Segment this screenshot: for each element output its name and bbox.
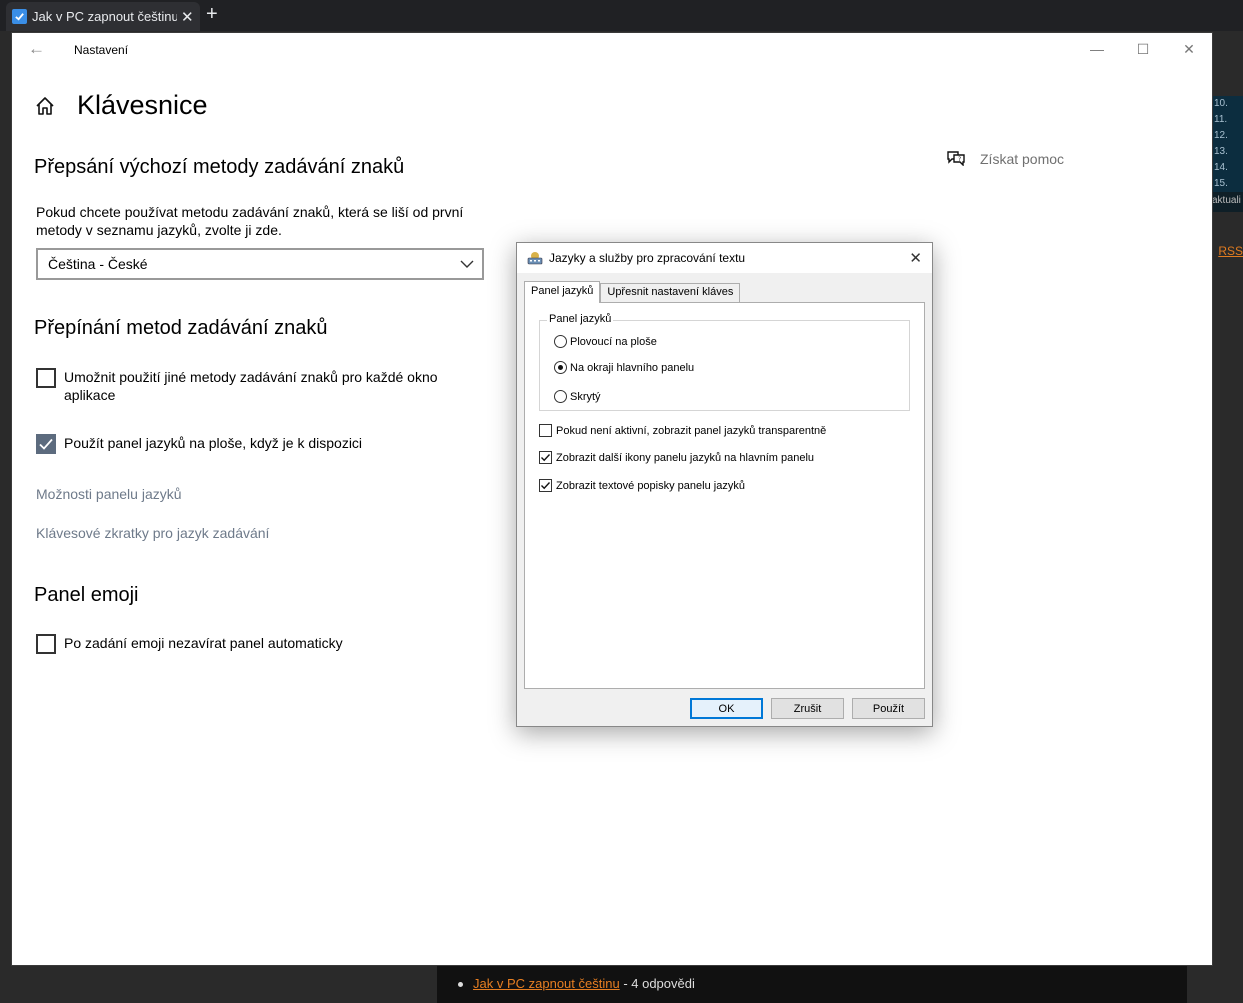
apply-button[interactable]: Použít: [852, 698, 925, 719]
input-hotkeys-link[interactable]: Klávesové zkratky pro jazyk zadávání: [36, 525, 269, 541]
list-number: 13.: [1214, 146, 1228, 157]
window-controls: — ☐ ✕: [1074, 33, 1212, 65]
thread-link[interactable]: Jak v PC zapnout češtinu: [473, 976, 620, 991]
background-right-text: aktuali: [1212, 192, 1243, 212]
langbar-checkbox[interactable]: [36, 434, 56, 454]
per-app-checkbox[interactable]: [36, 368, 56, 388]
emoji-heading: Panel emoji: [34, 584, 139, 606]
language-bar-groupbox: Panel jazyků Plovoucí na ploše Na okraji…: [539, 313, 910, 411]
radio-docked-row[interactable]: Na okraji hlavního panelu: [554, 361, 694, 374]
list-number: 12.: [1214, 130, 1228, 141]
text-services-dialog: Jazyky a služby pro zpracování textu ✕ P…: [516, 242, 933, 727]
override-description: Pokud chcete používat metodu zadávání zn…: [36, 204, 464, 238]
list-number: 15.: [1214, 178, 1228, 189]
list-number: 14.: [1214, 162, 1228, 173]
rss-label: RSS: [1218, 244, 1243, 258]
groupbox-label: Panel jazyků: [547, 313, 614, 325]
page-title: Klávesnice: [77, 90, 208, 120]
bullet-icon: [458, 982, 463, 988]
get-help-link[interactable]: Získat pomoc: [980, 151, 1064, 167]
emoji-keep-open-label: Po zadání emoji nezavírat panel automati…: [64, 635, 343, 651]
radio-floating[interactable]: [554, 335, 567, 348]
dropdown-value: Čeština - České: [48, 256, 148, 272]
settings-titlebar: ← Nastavení — ☐ ✕: [12, 33, 1212, 65]
input-method-dropdown[interactable]: Čeština - České: [36, 248, 484, 280]
transparent-label: Pokud není aktivní, zobrazit panel jazyk…: [556, 424, 827, 437]
browser-tab[interactable]: Jak v PC zapnout češtinu ✕: [6, 2, 200, 31]
radio-hidden[interactable]: [554, 390, 567, 403]
text-labels-label: Zobrazit textové popisky panelu jazyků: [556, 479, 745, 492]
chevron-down-icon: [460, 260, 474, 268]
dialog-close-icon[interactable]: ✕: [909, 249, 922, 267]
extra-icons-checkbox-row[interactable]: Zobrazit další ikony panelu jazyků na hl…: [539, 451, 814, 464]
radio-hidden-row[interactable]: Skrytý: [554, 390, 601, 403]
ok-button[interactable]: OK: [690, 698, 763, 719]
browser-tab-title: Jak v PC zapnout češtinu: [32, 9, 177, 24]
langbar-checkbox-row: Použít panel jazyků na ploše, když je k …: [36, 434, 454, 454]
cancel-button[interactable]: Zrušit: [771, 698, 844, 719]
checkmark-icon: [541, 482, 551, 490]
browser-tab-bar: Jak v PC zapnout češtinu ✕ +: [0, 0, 1243, 31]
window-title: Nastavení: [74, 43, 129, 57]
tab-advanced-key-settings[interactable]: Upřesnit nastavení kláves: [600, 283, 741, 303]
new-tab-icon[interactable]: +: [206, 4, 218, 24]
dialog-titlebar: Jazyky a služby pro zpracování textu ✕: [517, 243, 932, 273]
langbar-options-link[interactable]: Možnosti panelu jazyků: [36, 486, 182, 502]
radio-hidden-label: Skrytý: [570, 390, 601, 403]
home-icon[interactable]: [34, 95, 56, 117]
checkmark-icon: [541, 454, 551, 462]
extra-icons-label: Zobrazit další ikony panelu jazyků na hl…: [556, 451, 815, 464]
langbar-label: Použít panel jazyků na ploše, když je k …: [64, 435, 363, 451]
chat-help-icon[interactable]: ?: [947, 150, 965, 166]
maximize-icon[interactable]: ☐: [1120, 33, 1166, 65]
keyboard-icon: [527, 252, 543, 265]
extra-icons-checkbox[interactable]: [539, 451, 552, 464]
switching-heading: Přepínání metod zadávání znaků: [34, 317, 328, 339]
radio-docked-label: Na okraji hlavního panelu: [570, 361, 695, 374]
language-bar-panel: Panel jazyků Plovoucí na ploše Na okraji…: [524, 302, 925, 689]
reply-count: - 4 odpovědi: [619, 976, 695, 991]
transparent-checkbox[interactable]: [539, 424, 552, 437]
list-number: 10.: [1214, 98, 1228, 109]
minimize-icon[interactable]: —: [1074, 33, 1120, 65]
tab-language-bar[interactable]: Panel jazyků: [524, 281, 601, 303]
emoji-checkbox-row: Po zadání emoji nezavírat panel automati…: [36, 634, 454, 654]
checkbox-favicon-icon: [12, 9, 27, 24]
list-item: Jak v PC zapnout češtinu - 4 odpovědi: [458, 976, 695, 991]
close-tab-icon[interactable]: ✕: [181, 8, 194, 26]
emoji-keep-open-checkbox[interactable]: [36, 634, 56, 654]
svg-text:?: ?: [958, 156, 961, 163]
background-right-list: 10. 11. 12. 13. 14. 15.: [1212, 96, 1243, 192]
per-app-checkbox-row: Umožnit použití jiné metody zadávání zna…: [36, 368, 454, 404]
per-app-label: Umožnit použití jiné metody zadávání zna…: [64, 369, 438, 403]
radio-docked[interactable]: [554, 361, 567, 374]
dialog-tabstrip: Panel jazyků Upřesnit nastavení kláves: [524, 281, 741, 303]
override-heading: Přepsání výchozí metody zadávání znaků: [34, 156, 405, 178]
transparent-checkbox-row[interactable]: Pokud není aktivní, zobrazit panel jazyk…: [539, 424, 826, 437]
text-labels-checkbox[interactable]: [539, 479, 552, 492]
close-icon[interactable]: ✕: [1166, 33, 1212, 65]
back-arrow-icon[interactable]: ←: [28, 39, 45, 59]
text-labels-checkbox-row[interactable]: Zobrazit textové popisky panelu jazyků: [539, 479, 745, 492]
list-number: 11.: [1214, 114, 1228, 125]
radio-floating-row[interactable]: Plovoucí na ploše: [554, 335, 657, 348]
checkmark-icon: [39, 438, 53, 450]
radio-floating-label: Plovoucí na ploše: [570, 335, 657, 348]
dialog-title: Jazyky a služby pro zpracování textu: [549, 251, 746, 265]
